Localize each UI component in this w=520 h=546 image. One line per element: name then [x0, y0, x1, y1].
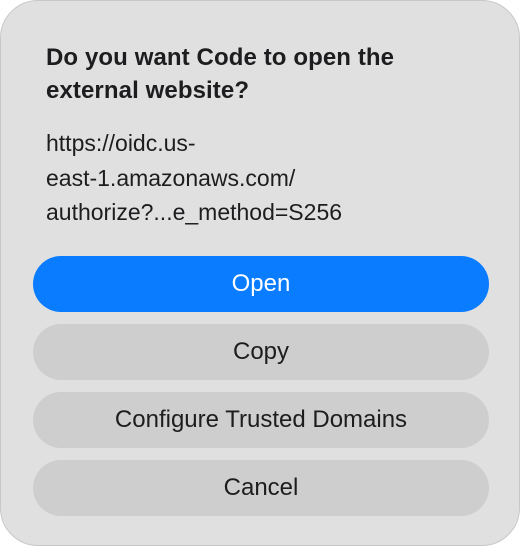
url-line-3: authorize?...e_method=S256 [46, 199, 343, 225]
url-line-2: east-1.amazonaws.com/ [46, 164, 296, 191]
open-button[interactable]: Open [33, 256, 489, 312]
url-line-1: https://oidc.us- [46, 130, 196, 156]
copy-button[interactable]: Copy [33, 324, 489, 380]
configure-trusted-domains-button[interactable]: Configure Trusted Domains [33, 392, 489, 448]
cancel-button[interactable]: Cancel [33, 460, 489, 516]
dialog-message-url: https://oidc.us- east-1.amazonaws.com/ a… [46, 126, 376, 230]
dialog-title: Do you want Code to open the external we… [46, 44, 395, 104]
open-website-dialog: Do you want Code to open the external we… [0, 0, 520, 546]
